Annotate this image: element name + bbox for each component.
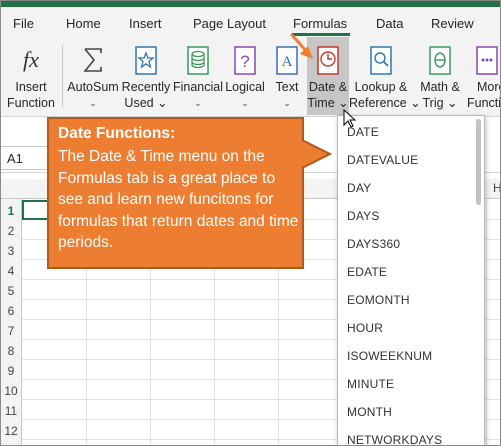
grid-line xyxy=(486,199,487,445)
coins-book-icon xyxy=(184,45,212,81)
row-header-4[interactable]: 4 xyxy=(1,264,21,278)
more-book-icon xyxy=(473,45,500,81)
row-header-2[interactable]: 2 xyxy=(1,224,21,238)
tab-file[interactable]: File xyxy=(13,16,34,31)
formulas-ribbon: fx Insert Function AutoSum ⌄ Recently Us… xyxy=(1,37,501,117)
math-trig-label-2: Trig ⌄ xyxy=(422,96,458,110)
autosum-button[interactable]: AutoSum ⌄ xyxy=(65,37,121,115)
row-header-11[interactable]: 11 xyxy=(1,404,21,418)
recently-used-label: Recently xyxy=(121,80,171,94)
row-header-5[interactable]: 5 xyxy=(1,284,21,298)
insert-function-button[interactable]: fx Insert Function xyxy=(3,37,59,115)
callout-pointer xyxy=(302,139,332,169)
excel-window: File Home Insert Page Layout Formulas Da… xyxy=(0,0,501,446)
tab-home[interactable]: Home xyxy=(66,16,101,31)
menu-item-edate[interactable]: EDATE xyxy=(347,265,387,279)
menu-item-hour[interactable]: HOUR xyxy=(347,321,383,335)
chevron-down-icon: ⌄ xyxy=(283,98,291,108)
financial-button[interactable]: Financial ⌄ xyxy=(171,37,225,115)
financial-label: Financial xyxy=(172,80,224,94)
tab-formulas[interactable]: Formulas xyxy=(293,16,347,31)
date-functions-callout: Date Functions: The Date & Time menu on … xyxy=(47,117,304,269)
date-time-label: Date & xyxy=(308,80,348,94)
orange-arrow-icon xyxy=(290,33,313,59)
svg-text:?: ? xyxy=(240,52,249,71)
callout-body: The Date & Time menu on the Formulas tab… xyxy=(58,148,299,251)
menu-item-day[interactable]: DAY xyxy=(347,181,371,195)
lookup-reference-label: Lookup & xyxy=(354,80,408,94)
menu-item-networkdays[interactable]: NETWORKDAYS xyxy=(347,433,442,445)
ribbon-separator xyxy=(62,45,63,107)
menu-item-minute[interactable]: MINUTE xyxy=(347,377,394,391)
question-book-icon: ? xyxy=(231,45,259,81)
chevron-down-icon: ⌄ xyxy=(89,98,97,108)
logical-button[interactable]: ? Logical ⌄ xyxy=(223,37,267,115)
insert-function-label-2: Function xyxy=(7,96,55,110)
chevron-down-icon: ⌄ xyxy=(194,98,202,108)
fx-icon: fx xyxy=(16,45,46,79)
row-header-bar: 1 2 3 4 5 6 7 8 9 10 11 12 xyxy=(1,199,22,445)
row-header-3[interactable]: 3 xyxy=(1,244,21,258)
lookup-reference-button[interactable]: Lookup & Reference ⌄ xyxy=(349,37,421,115)
chevron-down-icon: ⌄ xyxy=(241,98,249,108)
magnifier-book-icon xyxy=(367,45,395,81)
tab-review[interactable]: Review xyxy=(431,16,474,31)
menu-item-eomonth[interactable]: EOMONTH xyxy=(347,293,410,307)
row-header-1[interactable]: 1 xyxy=(1,204,21,218)
math-trig-label: Math & xyxy=(420,80,460,94)
menu-item-isoweeknum[interactable]: ISOWEEKNUM xyxy=(347,349,432,363)
row-header-10[interactable]: 10 xyxy=(1,384,21,398)
row-header-6[interactable]: 6 xyxy=(1,304,21,318)
autosum-label: AutoSum xyxy=(67,80,119,94)
row-header-7[interactable]: 7 xyxy=(1,324,21,338)
text-label: Text xyxy=(275,80,299,94)
theta-book-icon xyxy=(426,45,454,81)
menu-item-month[interactable]: MONTH xyxy=(347,405,392,419)
star-book-icon xyxy=(132,45,160,81)
menu-item-days360[interactable]: DAYS360 xyxy=(347,237,400,251)
recently-used-label-2: Used ⌄ xyxy=(124,96,168,110)
dropdown-scrollbar[interactable] xyxy=(475,119,482,445)
math-trig-button[interactable]: Math & Trig ⌄ xyxy=(415,37,465,115)
row-header-9[interactable]: 9 xyxy=(1,364,21,378)
insert-function-label: Insert xyxy=(15,80,47,94)
menu-item-days[interactable]: DAYS xyxy=(347,209,380,223)
sigma-icon xyxy=(78,45,108,79)
recently-used-button[interactable]: Recently Used ⌄ xyxy=(121,37,171,115)
clock-book-icon xyxy=(314,45,342,81)
mouse-cursor-icon xyxy=(343,109,357,128)
name-box[interactable]: A1 xyxy=(1,146,49,170)
tab-data[interactable]: Data xyxy=(376,16,403,31)
logical-label: Logical xyxy=(225,80,265,94)
column-header-h[interactable]: H xyxy=(493,181,500,195)
date-time-dropdown: DATE DATEVALUE DAY DAYS DAYS360 EDATE EO… xyxy=(337,115,485,445)
svg-text:fx: fx xyxy=(23,47,39,72)
menu-item-datevalue[interactable]: DATEVALUE xyxy=(347,153,418,167)
scrollbar-thumb[interactable] xyxy=(476,119,481,205)
row-header-12[interactable]: 12 xyxy=(1,424,21,438)
more-functions-button[interactable]: More Functio xyxy=(467,37,501,115)
ribbon-tab-bar: File Home Insert Page Layout Formulas Da… xyxy=(1,7,500,37)
more-functions-label-2: Functio xyxy=(467,96,501,110)
tab-page-layout[interactable]: Page Layout xyxy=(193,16,266,31)
more-functions-label: More xyxy=(477,80,500,94)
lookup-reference-label-2: Reference ⌄ xyxy=(349,96,421,110)
row-header-8[interactable]: 8 xyxy=(1,344,21,358)
callout-title: Date Functions: xyxy=(58,125,176,142)
tab-insert[interactable]: Insert xyxy=(129,16,162,31)
